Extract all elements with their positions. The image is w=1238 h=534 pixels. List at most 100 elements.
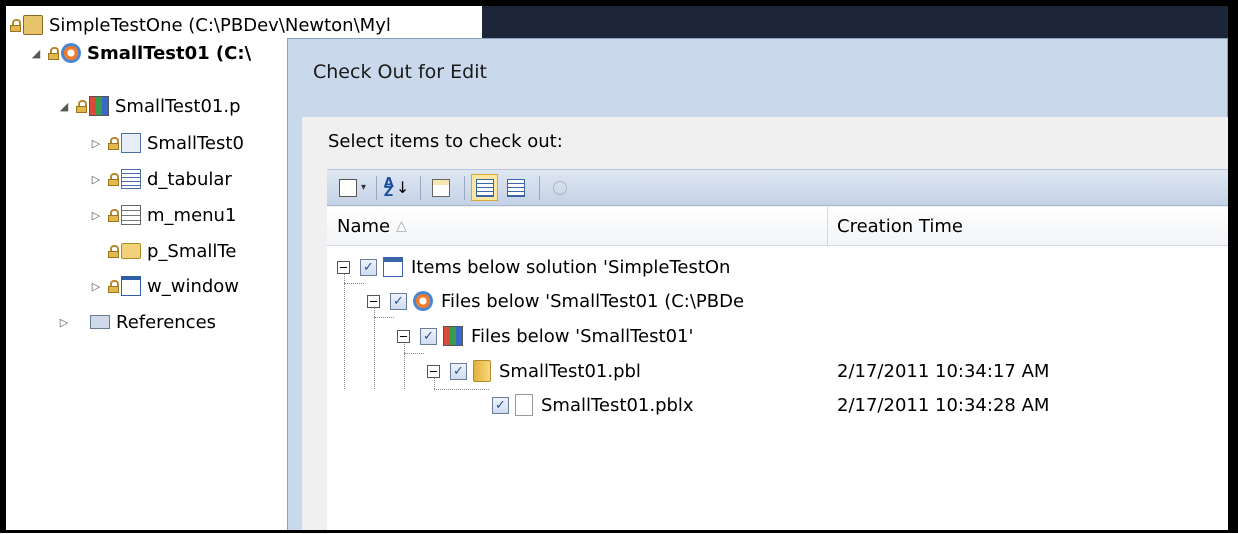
tree-node-datawindow[interactable]: ▷ d_tabular (90, 166, 232, 192)
expand-triangle-icon[interactable]: ▷ (90, 273, 102, 299)
window-icon (121, 276, 141, 296)
list-item[interactable]: ✓ Files below 'SmallTest01' (327, 320, 1229, 352)
item-checkbox[interactable]: ✓ (450, 362, 467, 380)
find-button[interactable] (546, 174, 573, 201)
column-header-name[interactable]: Name △ (337, 207, 407, 245)
tree-node-menu[interactable]: ▷ m_menu1 (90, 202, 237, 228)
properties-icon (431, 178, 450, 197)
lock-icon (76, 99, 87, 113)
target-icon (413, 291, 433, 311)
expand-triangle-icon[interactable]: ▷ (90, 130, 102, 156)
properties-button[interactable] (427, 174, 454, 201)
dialog-body: Select items to check out: ▾ AZ ↓ Name △… (302, 117, 1229, 534)
file-icon (515, 394, 533, 416)
item-toolbar: ▾ AZ ↓ (327, 169, 1229, 206)
item-name: Files below 'SmallTest01' (471, 325, 694, 347)
tree-node-label: SmallTest01 (C:\ (87, 42, 252, 64)
tree-node-workspace[interactable]: SimpleTestOne (C:\PBDev\Newton\Myl (10, 12, 391, 38)
tree-node-project[interactable]: p_SmallTe (108, 238, 236, 264)
tree-node-label: SimpleTestOne (C:\PBDev\Newton\Myl (49, 14, 391, 36)
item-name: SmallTest01.pblx (541, 394, 694, 416)
item-name: SmallTest01.pbl (499, 360, 641, 382)
dialog-title: Check Out for Edit (313, 61, 487, 83)
column-divider[interactable] (827, 207, 828, 245)
tree-node-label: w_window (147, 275, 240, 297)
list-item[interactable]: ✓ Items below solution 'SimpleTestOn (327, 251, 1229, 283)
tree-node-library[interactable]: ◢ SmallTest01.p (58, 93, 241, 119)
lock-icon (10, 18, 21, 32)
tree-view-icon (475, 178, 494, 197)
library-icon (89, 96, 109, 116)
toolbar-separator (376, 175, 378, 200)
item-creation-time: 2/17/2011 10:34:17 AM (837, 360, 1050, 382)
menu-icon (121, 205, 141, 225)
tree-node-target[interactable]: ◢ SmallTest01 (C:\ (30, 40, 251, 66)
collapse-box-icon[interactable] (367, 294, 380, 308)
library-icon (443, 326, 463, 346)
lock-icon (108, 244, 119, 258)
arrow-down-icon: ↓ (395, 178, 410, 197)
item-checkbox[interactable]: ✓ (360, 258, 377, 276)
tree-node-label: p_SmallTe (147, 240, 237, 262)
expand-triangle-icon[interactable]: ▷ (90, 166, 102, 192)
item-checkbox[interactable]: ✓ (420, 327, 437, 345)
lock-icon (48, 46, 59, 60)
sort-ascending-icon: △ (396, 218, 407, 234)
item-checkbox[interactable]: ✓ (390, 292, 407, 310)
item-name: Items below solution 'SimpleTestOn (411, 256, 731, 278)
folder-icon (473, 360, 491, 382)
select-items-prompt: Select items to check out: (328, 131, 563, 152)
tree-node-references[interactable]: ▷ References (58, 309, 216, 335)
target-icon (61, 43, 81, 63)
collapse-box-icon[interactable] (397, 329, 410, 343)
sort-az-button[interactable]: AZ ↓ (383, 174, 410, 201)
tree-node-label: SmallTest01.p (115, 95, 241, 117)
chevron-down-icon: ▾ (361, 182, 367, 193)
tree-node-application[interactable]: ▷ SmallTest0 (90, 130, 244, 156)
expand-triangle-icon[interactable]: ▷ (58, 309, 70, 335)
collapse-box-icon[interactable] (427, 364, 440, 378)
tree-node-label: References (116, 311, 217, 333)
list-header: Name △ Creation Time (327, 207, 1229, 246)
solution-explorer: SimpleTestOne (C:\PBDev\Newton\Myl ◢ Sma… (6, 6, 391, 530)
collapse-box-icon[interactable] (337, 260, 350, 274)
toolbar-separator (420, 175, 422, 200)
toolbar-separator (539, 175, 541, 200)
tree-node-label: d_tabular (147, 168, 232, 190)
list-view-button[interactable] (502, 174, 529, 201)
collapse-triangle-icon[interactable]: ◢ (30, 40, 42, 66)
references-icon (90, 315, 110, 329)
expand-triangle-icon[interactable]: ▷ (90, 202, 102, 228)
item-checkbox[interactable]: ✓ (492, 396, 509, 414)
lock-icon (108, 279, 119, 293)
check-out-dialog: Check Out for Edit Select items to check… (287, 38, 1229, 534)
toolbar-separator (464, 175, 466, 200)
list-item[interactable]: ✓ SmallTest01.pbl 2/17/2011 10:34:17 AM (327, 355, 1229, 387)
datawindow-icon (121, 169, 141, 189)
list-view-icon (506, 178, 525, 197)
search-icon (552, 180, 567, 195)
tree-view-button[interactable] (471, 174, 499, 201)
tree-connector (374, 317, 394, 319)
item-name: Files below 'SmallTest01 (C:\PBDe (441, 290, 745, 312)
sort-az-icon: AZ (383, 175, 394, 200)
lock-icon (108, 136, 119, 150)
tree-node-window[interactable]: ▷ w_window (90, 273, 239, 299)
tree-node-label: m_menu1 (147, 204, 237, 226)
item-creation-time: 2/17/2011 10:34:28 AM (837, 394, 1050, 416)
list-item[interactable]: ✓ Files below 'SmallTest01 (C:\PBDe (327, 285, 1229, 317)
tree-node-label: SmallTest0 (147, 132, 244, 154)
items-list[interactable]: Name △ Creation Time ✓ Items below solut… (327, 207, 1229, 534)
lock-icon (108, 208, 119, 222)
workspace-icon (23, 15, 43, 35)
collapse-triangle-icon[interactable]: ◢ (58, 93, 70, 119)
application-icon (121, 133, 141, 153)
solution-icon (383, 257, 403, 277)
background-window-titlebar (482, 6, 1228, 40)
column-header-creation-time[interactable]: Creation Time (837, 207, 963, 245)
check-options-button[interactable]: ▾ (339, 174, 366, 201)
checklist-icon (339, 178, 357, 197)
project-icon (121, 243, 141, 259)
lock-icon (108, 172, 119, 186)
list-item[interactable]: ✓ SmallTest01.pblx 2/17/2011 10:34:28 AM (327, 389, 1229, 421)
